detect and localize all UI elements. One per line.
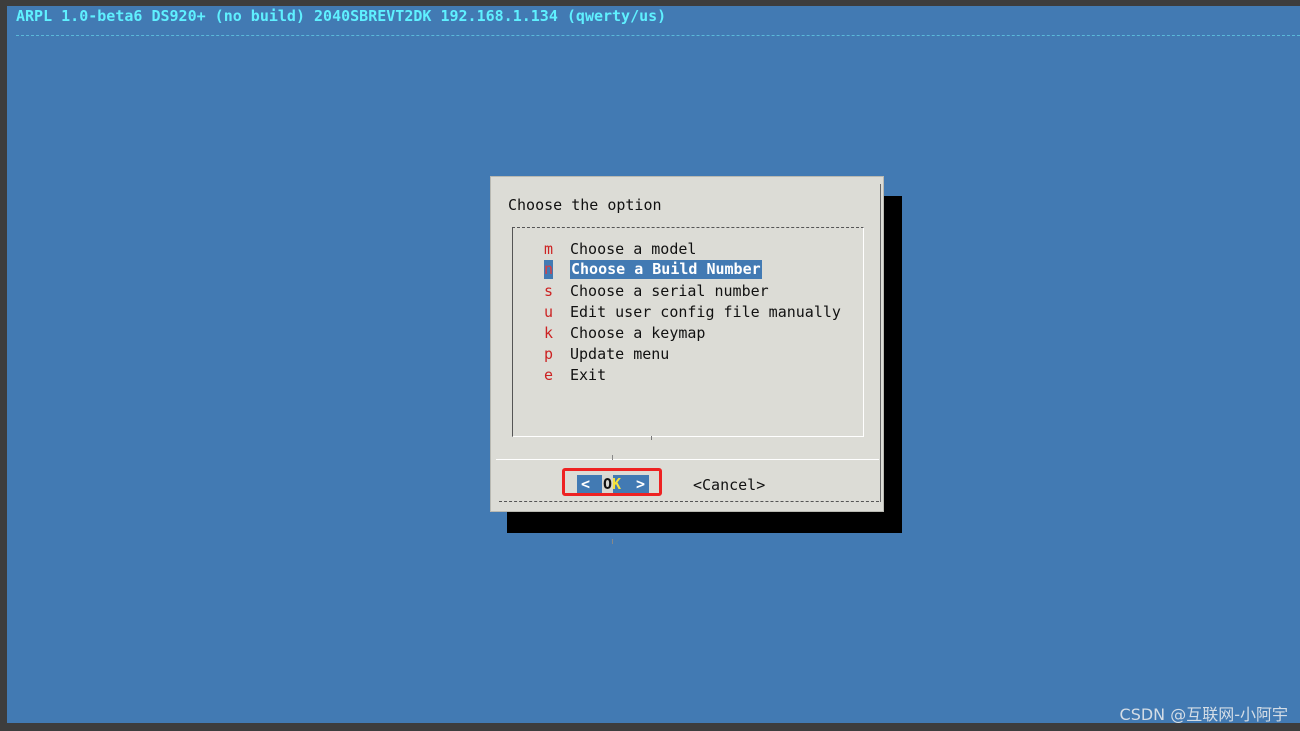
menu-item-label: Update menu — [570, 345, 670, 363]
ok-left-bracket: < — [581, 475, 591, 493]
menu-item-k[interactable]: k Choose a keymap — [513, 323, 863, 344]
ok-button-highlight: < O K > — [562, 468, 662, 496]
menu-item-p[interactable]: p Update menu — [513, 344, 863, 365]
menu-item-u[interactable]: u Edit user config file manually — [513, 302, 863, 323]
menu-hotkey: u — [544, 303, 554, 321]
ok-right-bracket: > — [635, 475, 645, 493]
ok-button[interactable]: < O K > — [577, 475, 649, 493]
menu-hotkey: m — [544, 240, 554, 258]
menu-list: m Choose a model n Choose a Build Number s Ch… — [513, 239, 863, 386]
menu-hotkey: e — [544, 366, 554, 384]
menu-item-label: Choose a model — [570, 240, 697, 258]
menu-item-s[interactable]: s Choose a serial number — [513, 281, 863, 302]
watermark: CSDN @互联网-小阿宇 — [1119, 705, 1288, 724]
frame-tick — [651, 436, 652, 440]
menu-item-label: Edit user config file manually — [570, 303, 841, 321]
dialog-bottom-border — [499, 501, 879, 502]
menu-list-frame: m Choose a model n Choose a Build Number s Ch… — [512, 227, 864, 440]
terminal-screen: ARPL 1.0-beta6 DS920+ (no build) 2040SBR… — [7, 6, 1300, 723]
menu-hotkey: s — [544, 282, 554, 300]
menu-item-e[interactable]: e Exit — [513, 365, 863, 386]
menu-hotkey: p — [544, 345, 554, 363]
backtitle-divider — [16, 35, 1300, 36]
menu-item-label: Choose a serial number — [570, 282, 769, 300]
button-divider — [496, 459, 879, 460]
menu-item-label: Choose a Build Number — [570, 260, 762, 279]
cancel-button[interactable]: <Cancel> — [693, 476, 765, 494]
menu-dialog: Choose the option m Choose a model n Choose… — [490, 176, 884, 512]
ok-label-k: K — [612, 475, 622, 493]
backtitle: ARPL 1.0-beta6 DS920+ (no build) 2040SBR… — [16, 7, 667, 25]
menu-hotkey: k — [544, 324, 554, 342]
menu-item-m[interactable]: m Choose a model — [513, 239, 863, 260]
stray-tick — [612, 539, 613, 544]
dialog-edge — [879, 184, 881, 502]
menu-item-n[interactable]: n Choose a Build Number — [513, 260, 863, 281]
menu-item-label: Exit — [570, 366, 607, 384]
menu-hotkey: n — [544, 260, 554, 279]
stray-tick — [612, 455, 613, 460]
dialog-title: Choose the option — [508, 196, 662, 214]
menu-item-label: Choose a keymap — [570, 324, 706, 342]
